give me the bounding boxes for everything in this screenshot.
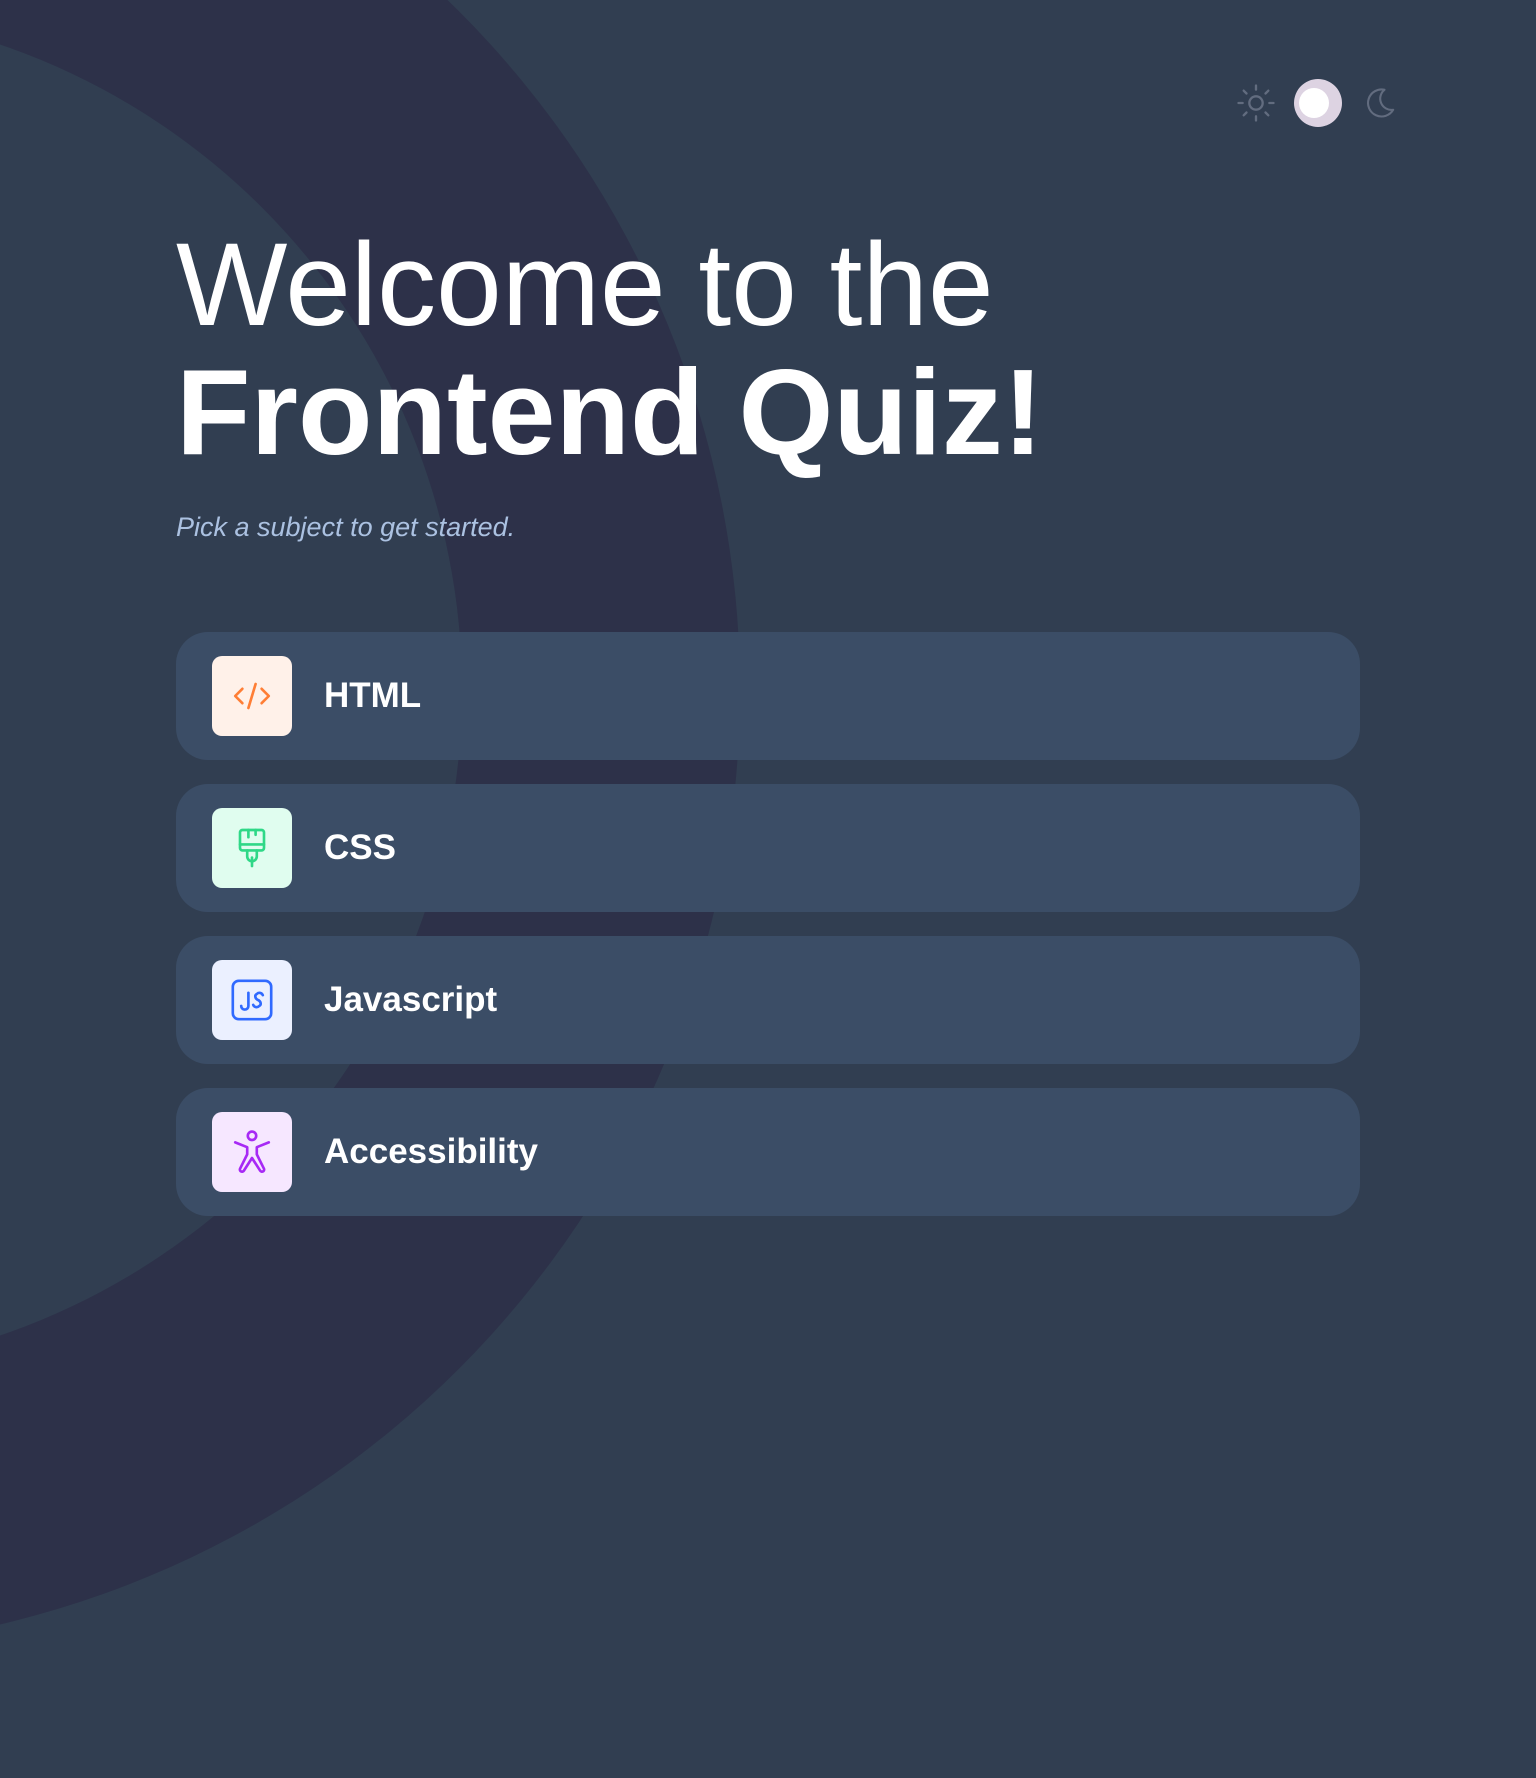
- paintbrush-icon: [212, 808, 292, 888]
- title-line-welcome: Welcome to the: [176, 219, 994, 351]
- subject-accessibility-button[interactable]: Accessibility: [176, 1088, 1360, 1216]
- subject-javascript-button[interactable]: Javascript: [176, 936, 1360, 1064]
- subject-list: HTML CSS Javascript Accessibility: [176, 632, 1360, 1240]
- subject-html-button[interactable]: HTML: [176, 632, 1360, 760]
- title-line-quiz-name: Frontend Quiz!: [176, 344, 1044, 480]
- theme-switch[interactable]: [1294, 79, 1342, 127]
- subtitle: Pick a subject to get started.: [176, 512, 516, 542]
- subject-label: CSS: [324, 828, 396, 867]
- js-icon: [212, 960, 292, 1040]
- theme-toggle: [1232, 79, 1404, 127]
- code-icon: [212, 656, 292, 736]
- page-title: Welcome to the Frontend Quiz!: [176, 222, 1043, 476]
- theme-switch-knob: [1299, 88, 1329, 118]
- subject-label: Accessibility: [324, 1132, 538, 1171]
- sun-icon: [1232, 79, 1280, 127]
- accessibility-icon: [212, 1112, 292, 1192]
- subject-css-button[interactable]: CSS: [176, 784, 1360, 912]
- subject-label: Javascript: [324, 980, 498, 1019]
- subject-label: HTML: [324, 676, 422, 715]
- moon-icon: [1356, 79, 1404, 127]
